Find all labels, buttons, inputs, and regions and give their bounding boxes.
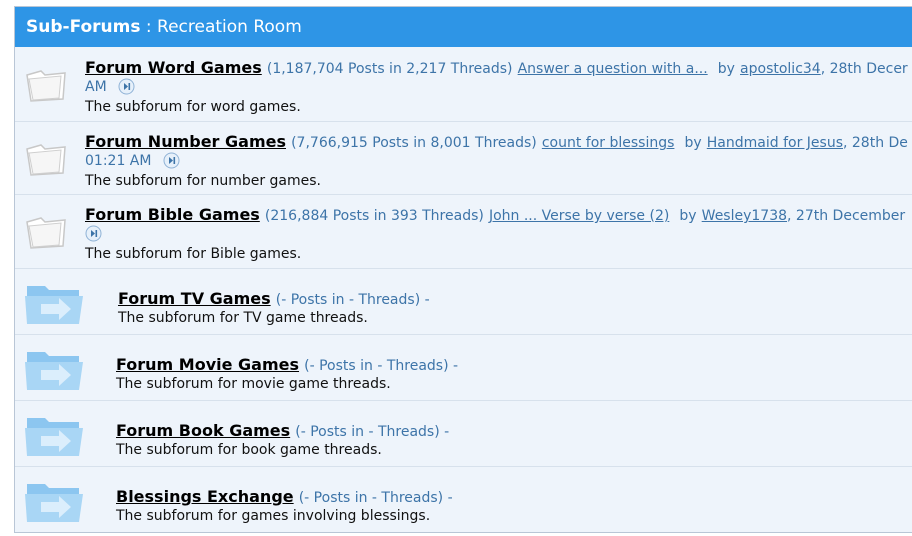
- forum-stats: (- Posts in - Threads) -: [298, 490, 453, 506]
- header-title: Recreation Room: [157, 17, 302, 37]
- forum-row: Forum Movie Games (- Posts in - Threads)…: [15, 334, 912, 401]
- folder-arrow-icon: [25, 418, 83, 456]
- folder-arrow-icon: [25, 484, 83, 522]
- forum-title-link[interactable]: Forum Number Games: [85, 132, 286, 151]
- by-label: by: [717, 61, 735, 77]
- last-post-link[interactable]: count for blessings: [542, 135, 675, 151]
- go-to-last-post-icon[interactable]: [118, 78, 135, 95]
- by-label: by: [684, 135, 702, 151]
- go-to-last-post-icon[interactable]: [85, 225, 102, 242]
- forum-title-link[interactable]: Forum TV Games: [118, 289, 271, 308]
- forum-description: The subforum for TV game threads.: [118, 310, 368, 326]
- last-post-link[interactable]: John ... Verse by verse (2): [489, 208, 669, 224]
- forum-title-link[interactable]: Blessings Exchange: [116, 487, 294, 506]
- forum-title-link[interactable]: Forum Word Games: [85, 58, 262, 77]
- forum-description: The subforum for book game threads.: [116, 442, 382, 458]
- subforums-header: Sub-Forums : Recreation Room: [15, 7, 912, 47]
- by-label: by: [679, 208, 697, 224]
- folder-arrow-icon: [25, 352, 83, 390]
- folder-arrow-icon: [25, 286, 83, 324]
- forum-row: Forum Bible Games (216,884 Posts in 393 …: [15, 194, 912, 269]
- post-date: , 28th De: [843, 135, 908, 151]
- forum-stats: (216,884 Posts in 393 Threads): [264, 208, 484, 224]
- forum-stats: (1,187,704 Posts in 2,217 Threads): [266, 61, 513, 77]
- forum-stats: (7,766,915 Posts in 8,001 Threads): [291, 135, 537, 151]
- forum-row: Forum Word Games (1,187,704 Posts in 2,2…: [15, 47, 912, 122]
- forum-description: The subforum for word games.: [85, 99, 301, 115]
- forum-row: Blessings Exchange (- Posts in - Threads…: [15, 466, 912, 532]
- forum-title-link[interactable]: Forum Book Games: [116, 421, 290, 440]
- forum-stats: (- Posts in - Threads) -: [275, 292, 430, 308]
- go-to-last-post-icon[interactable]: [163, 152, 180, 169]
- forum-stats: (- Posts in - Threads) -: [295, 424, 450, 440]
- post-time: AM: [85, 79, 107, 95]
- last-post-link[interactable]: Answer a question with a...: [518, 61, 708, 77]
- forum-row: Forum Number Games (7,766,915 Posts in 8…: [15, 121, 912, 195]
- forum-description: The subforum for games involving blessin…: [116, 508, 431, 524]
- forum-description: The subforum for movie game threads.: [116, 376, 391, 392]
- forum-description: The subforum for number games.: [85, 173, 322, 189]
- post-date: , 27th December: [787, 208, 906, 224]
- forum-description: The subforum for Bible games.: [85, 246, 302, 262]
- author-link[interactable]: Wesley1738: [702, 208, 787, 224]
- folder-icon: [26, 217, 66, 249]
- forum-row: Forum Book Games (- Posts in - Threads) …: [15, 400, 912, 467]
- post-date: , 28th Decer: [820, 61, 908, 77]
- forum-row: Forum TV Games (- Posts in - Threads) - …: [15, 268, 912, 335]
- header-label: Sub-Forums: [26, 17, 141, 37]
- author-link[interactable]: Handmaid for Jesus: [707, 135, 843, 151]
- forum-stats: (- Posts in - Threads) -: [304, 358, 459, 374]
- author-link[interactable]: apostolic34: [740, 61, 821, 77]
- folder-icon: [26, 70, 66, 102]
- header-separator: :: [140, 17, 158, 37]
- subforums-panel: Sub-Forums : Recreation Room Forum Word …: [14, 6, 912, 533]
- forum-title-link[interactable]: Forum Movie Games: [116, 355, 299, 374]
- post-time: 01:21 AM: [85, 153, 152, 169]
- forum-title-link[interactable]: Forum Bible Games: [85, 205, 260, 224]
- folder-icon: [26, 144, 66, 176]
